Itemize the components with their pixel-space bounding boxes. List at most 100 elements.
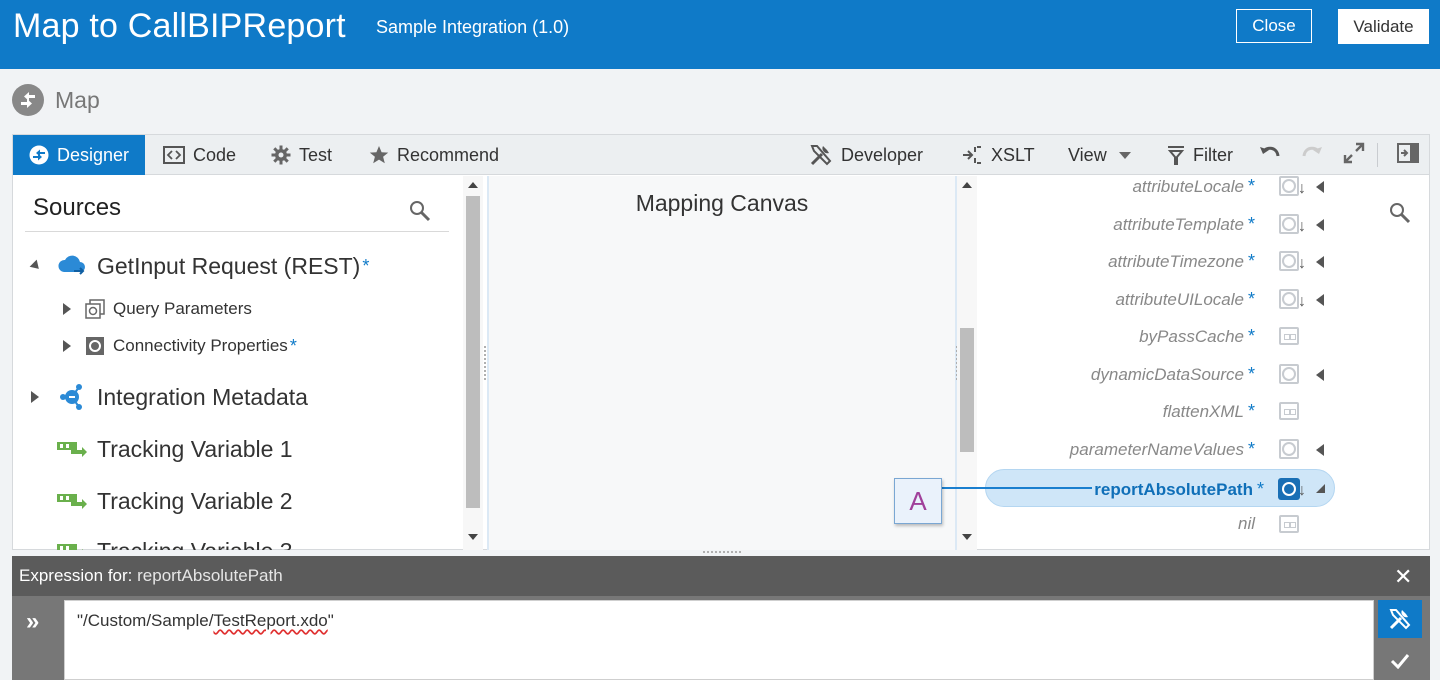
- tracking-variable-icon: [57, 438, 87, 460]
- tools-icon: [1389, 609, 1411, 630]
- gear-icon: [271, 145, 291, 165]
- expression-value-prefix: "/Custom/Sample/: [77, 611, 214, 630]
- expression-panel: » "/Custom/Sample/TestReport.xdo": [12, 596, 1430, 680]
- scroll-up-icon[interactable]: [962, 182, 972, 188]
- attribute-icon: [1279, 327, 1299, 345]
- developer-button[interactable]: Developer: [809, 135, 923, 175]
- target-node[interactable]: attributeUILocale * ↓: [981, 285, 1341, 315]
- redo-button[interactable]: [1301, 135, 1323, 175]
- expand-icon: [1343, 142, 1365, 169]
- sources-scrollbar[interactable]: [463, 176, 483, 550]
- mapping-literal-marker[interactable]: A: [894, 478, 942, 524]
- expand-triangle-icon[interactable]: [63, 303, 71, 315]
- scroll-up-icon[interactable]: [468, 182, 478, 188]
- tab-recommend-label: Recommend: [397, 144, 500, 165]
- mapper-frame: Designer Code Test Recommend Developer X…: [12, 134, 1430, 550]
- expression-header: Expression for: reportAbsolutePath ✕: [12, 556, 1430, 596]
- tree-node-tracking-1[interactable]: Tracking Variable 1: [57, 434, 293, 464]
- scrollbar-thumb[interactable]: [466, 196, 480, 508]
- close-icon[interactable]: ✕: [1394, 564, 1412, 590]
- target-label: reportAbsolutePath: [1094, 480, 1253, 499]
- scroll-down-icon[interactable]: [962, 534, 972, 540]
- scroll-down-icon[interactable]: [468, 534, 478, 540]
- double-chevron-right-icon[interactable]: »: [26, 608, 39, 636]
- sources-panel: Sources GetInput Request (REST) * Query …: [13, 176, 463, 550]
- tree-node-integration-metadata[interactable]: Integration Metadata: [31, 382, 308, 412]
- toolbar-divider: [1377, 143, 1378, 167]
- undo-button[interactable]: [1259, 135, 1281, 175]
- target-node[interactable]: attributeLocale * ↓: [981, 176, 1341, 202]
- tab-code[interactable]: Code: [163, 135, 236, 175]
- validate-button[interactable]: Validate: [1338, 9, 1429, 44]
- check-icon: [1390, 654, 1410, 669]
- target-node[interactable]: flattenXML *: [981, 397, 1341, 427]
- target-label: attributeLocale: [1132, 177, 1244, 196]
- required-marker: *: [1247, 289, 1255, 309]
- expand-triangle-icon[interactable]: [1316, 219, 1324, 231]
- expand-triangle-icon[interactable]: [1316, 369, 1324, 381]
- target-scrollbar[interactable]: [957, 176, 977, 550]
- target-node[interactable]: attributeTemplate * ↓: [981, 210, 1341, 240]
- view-label: View: [1068, 144, 1107, 165]
- filter-button[interactable]: Filter: [1167, 135, 1233, 175]
- horizontal-splitter-handle[interactable]: [702, 550, 742, 555]
- target-label: attributeUILocale: [1115, 290, 1244, 309]
- tree-node-tracking-3[interactable]: Tracking Variable 3: [57, 536, 293, 550]
- element-icon: [1279, 251, 1299, 271]
- tree-node-getinput[interactable]: GetInput Request (REST) *: [29, 252, 369, 280]
- required-marker: *: [1247, 326, 1255, 346]
- expand-triangle-icon[interactable]: [1316, 444, 1324, 456]
- target-node[interactable]: dynamicDataSource *: [981, 360, 1341, 390]
- required-marker: *: [1256, 479, 1264, 499]
- element-icon: [1279, 289, 1299, 309]
- attribute-icon: [1279, 402, 1299, 420]
- expression-field-name: reportAbsolutePath: [137, 566, 283, 585]
- expanded-corner-icon[interactable]: [1316, 484, 1325, 493]
- expand-triangle-icon[interactable]: [1316, 256, 1324, 268]
- canvas-title: Mapping Canvas: [635, 190, 809, 216]
- tree-node-query-parameters[interactable]: Query Parameters: [63, 296, 252, 322]
- element-icon: [1279, 364, 1299, 384]
- tree-label-connectivity: Connectivity Properties: [113, 336, 288, 355]
- close-button[interactable]: Close: [1236, 9, 1312, 43]
- tab-test[interactable]: Test: [271, 135, 332, 175]
- required-marker: *: [1247, 439, 1255, 459]
- target-label: parameterNameValues: [1069, 440, 1244, 459]
- undo-icon: [1259, 143, 1281, 168]
- tree-node-tracking-2[interactable]: Tracking Variable 2: [57, 486, 293, 516]
- maximize-button[interactable]: [1343, 135, 1365, 175]
- expression-builder-button[interactable]: [1378, 600, 1422, 638]
- tab-recommend[interactable]: Recommend: [369, 135, 499, 175]
- target-node[interactable]: attributeTimezone * ↓: [981, 247, 1341, 277]
- tab-designer[interactable]: Designer: [13, 135, 145, 175]
- integration-name: Sample Integration (1.0): [376, 17, 570, 37]
- filter-label: Filter: [1193, 144, 1233, 165]
- element-icon: [85, 336, 105, 356]
- tree-node-connectivity[interactable]: Connectivity Properties *: [63, 333, 297, 359]
- tree-label-query-parameters: Query Parameters: [113, 299, 252, 318]
- target-node[interactable]: parameterNameValues *: [981, 435, 1341, 465]
- expand-triangle-icon[interactable]: [1316, 181, 1324, 193]
- expression-editor[interactable]: "/Custom/Sample/TestReport.xdo": [64, 600, 1374, 680]
- collapse-triangle-icon[interactable]: [29, 259, 43, 273]
- apply-expression-button[interactable]: [1378, 642, 1422, 680]
- target-search-button[interactable]: [1389, 202, 1411, 229]
- xslt-button[interactable]: XSLT: [961, 135, 1035, 175]
- scrollbar-thumb[interactable]: [960, 328, 974, 452]
- target-panel: attributeLocale * ↓ attributeTemplate * ↓ …: [981, 176, 1429, 550]
- expand-triangle-icon[interactable]: [63, 340, 71, 352]
- star-icon: [369, 145, 389, 165]
- target-node[interactable]: nil: [981, 510, 1341, 540]
- expand-triangle-icon[interactable]: [1316, 294, 1324, 306]
- target-node[interactable]: byPassCache *: [981, 322, 1341, 352]
- tools-icon: [809, 143, 833, 167]
- target-label: byPassCache: [1139, 327, 1244, 346]
- mapping-canvas[interactable]: Mapping Canvas: [487, 176, 957, 550]
- arrow-down-icon: ↓: [1298, 482, 1306, 499]
- panel-toggle-button[interactable]: [1397, 135, 1419, 175]
- tree-label-tracking-2: Tracking Variable 2: [97, 487, 293, 514]
- designer-icon: [29, 145, 49, 165]
- expand-triangle-icon[interactable]: [31, 391, 39, 403]
- sources-search-button[interactable]: [409, 200, 431, 227]
- view-dropdown[interactable]: View: [1068, 135, 1131, 175]
